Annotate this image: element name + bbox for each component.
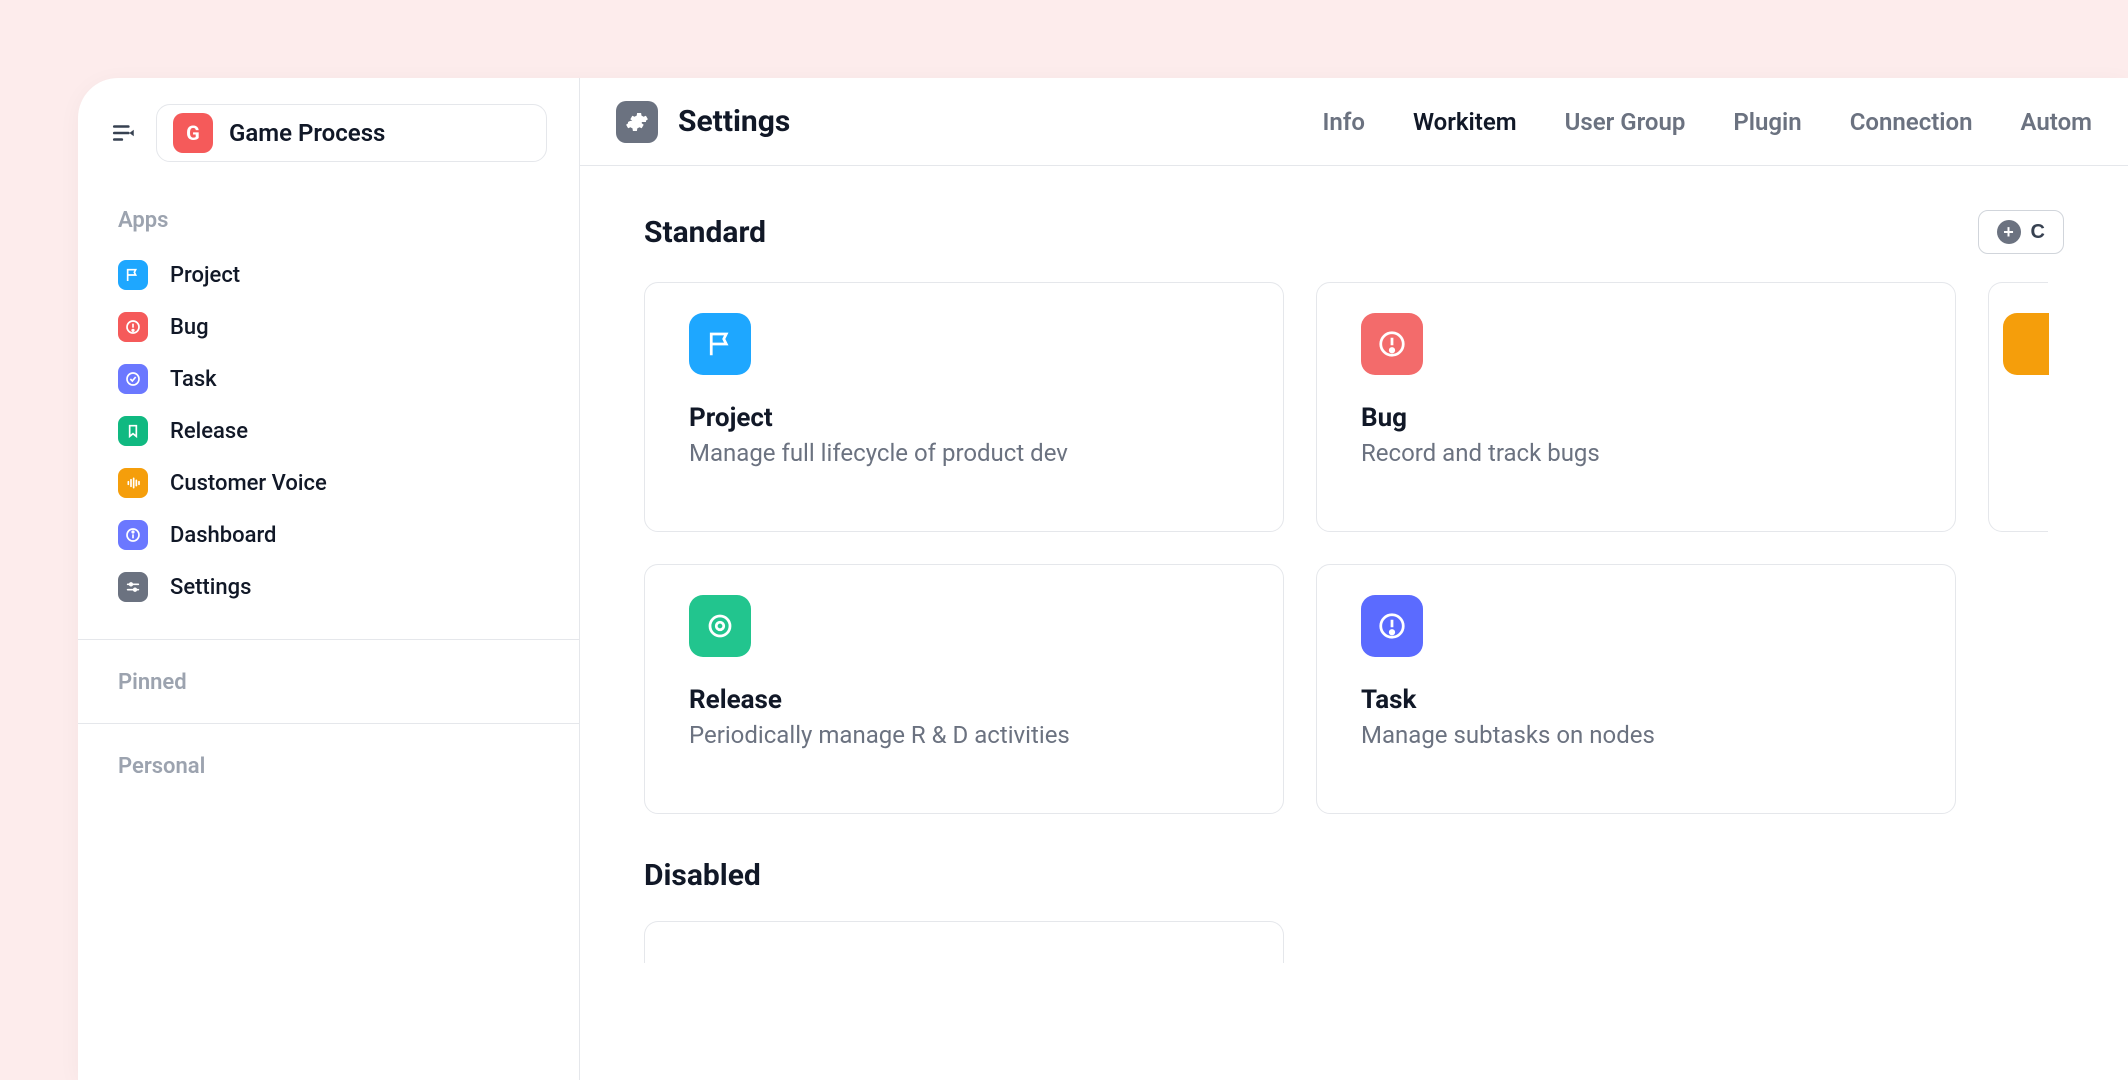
tabs: Info Workitem User Group Plugin Connecti… <box>1323 108 2092 136</box>
divider <box>78 639 579 640</box>
tab-plugin[interactable]: Plugin <box>1733 108 1801 136</box>
sidebar-item-bug[interactable]: Bug <box>102 301 555 353</box>
refresh-icon <box>689 595 751 657</box>
alert-icon <box>118 312 148 342</box>
check-icon <box>118 364 148 394</box>
divider <box>78 723 579 724</box>
section-disabled-title: Disabled <box>644 858 2064 893</box>
sidebar-item-label: Project <box>170 263 240 288</box>
workspace-icon: G <box>173 113 213 153</box>
workitem-card-release[interactable]: Release Periodically manage R & D activi… <box>644 564 1284 814</box>
sidebar-item-label: Dashboard <box>170 523 276 548</box>
sidebar-item-task[interactable]: Task <box>102 353 555 405</box>
tab-automation[interactable]: Autom <box>2021 108 2092 136</box>
flag-icon <box>118 260 148 290</box>
sidebar-item-label: Settings <box>170 575 251 600</box>
plus-icon: + <box>1997 220 2021 244</box>
create-workitem-button[interactable]: + C <box>1978 210 2064 254</box>
sidebar-item-label: Customer Voice <box>170 471 327 496</box>
section-standard-title: Standard <box>644 215 766 250</box>
voice-icon <box>2003 313 2049 375</box>
workspace-switcher[interactable]: G Game Process <box>156 104 547 162</box>
tab-connection[interactable]: Connection <box>1850 108 1973 136</box>
info-icon <box>118 520 148 550</box>
sidebar-section-pinned: Pinned <box>78 648 579 697</box>
card-title: Task <box>1361 685 1911 715</box>
sidebar-item-release[interactable]: Release <box>102 405 555 457</box>
alert-icon <box>1361 313 1423 375</box>
card-description: Record and track bugs <box>1361 439 1911 467</box>
tab-user-group[interactable]: User Group <box>1565 108 1686 136</box>
sidebar: G Game Process Apps Project Bug <box>78 78 580 1080</box>
sidebar-collapse-button[interactable] <box>110 119 138 147</box>
page-title: Settings <box>678 104 790 139</box>
sliders-icon <box>118 572 148 602</box>
workitem-card-project[interactable]: Project Manage full lifecycle of product… <box>644 282 1284 532</box>
topbar: Settings Info Workitem User Group Plugin… <box>580 78 2128 166</box>
workitem-card-peek[interactable] <box>1988 282 2048 532</box>
bookmark-icon <box>118 416 148 446</box>
sidebar-item-project[interactable]: Project <box>102 249 555 301</box>
sidebar-item-label: Release <box>170 419 248 444</box>
sidebar-item-label: Bug <box>170 315 209 340</box>
card-title: Bug <box>1361 403 1911 433</box>
card-description: Periodically manage R & D activities <box>689 721 1239 749</box>
card-description: Manage subtasks on nodes <box>1361 721 1911 749</box>
sidebar-section-personal: Personal <box>78 732 579 781</box>
card-description: Manage full lifecycle of product dev <box>689 439 1239 467</box>
sidebar-section-apps: Apps <box>78 196 579 245</box>
workitem-card-bug[interactable]: Bug Record and track bugs <box>1316 282 1956 532</box>
voice-icon <box>118 468 148 498</box>
collapse-icon <box>111 120 137 146</box>
gear-icon <box>616 101 658 143</box>
card-title: Release <box>689 685 1239 715</box>
sidebar-item-customer-voice[interactable]: Customer Voice <box>102 457 555 509</box>
create-button-label: C <box>2031 221 2045 244</box>
sidebar-item-dashboard[interactable]: Dashboard <box>102 509 555 561</box>
workspace-initial: G <box>186 121 200 145</box>
tab-workitem[interactable]: Workitem <box>1413 108 1517 136</box>
alert-icon <box>1361 595 1423 657</box>
flag-icon <box>689 313 751 375</box>
tab-info[interactable]: Info <box>1323 108 1365 136</box>
workitem-card-task[interactable]: Task Manage subtasks on nodes <box>1316 564 1956 814</box>
sidebar-item-label: Task <box>170 367 217 392</box>
workspace-label: Game Process <box>229 119 385 147</box>
sidebar-item-settings[interactable]: Settings <box>102 561 555 613</box>
card-title: Project <box>689 403 1239 433</box>
workitem-card-disabled-peek[interactable] <box>644 921 1284 963</box>
